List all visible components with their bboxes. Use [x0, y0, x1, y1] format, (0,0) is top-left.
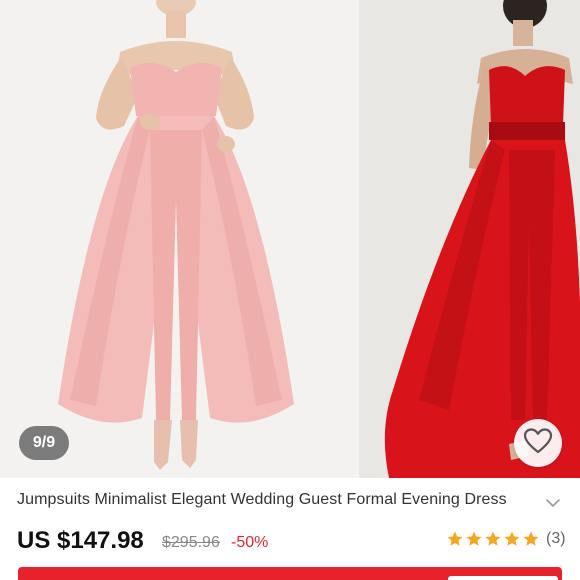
original-price: $295.96	[162, 534, 220, 551]
review-count: (3)	[546, 530, 566, 547]
star-icon	[466, 531, 482, 546]
price-row: US $147.98 $295.96 -50% (3)	[0, 522, 580, 560]
image-counter-badge: 9/9	[19, 426, 69, 460]
star-icon	[485, 531, 501, 546]
chevron-down-icon[interactable]	[545, 495, 561, 513]
current-price: US $147.98	[17, 527, 144, 554]
heart-outline-icon	[523, 427, 553, 460]
discount-badge: -50%	[231, 534, 269, 551]
favorite-button[interactable]	[514, 419, 562, 467]
product-title: Jumpsuits Minimalist Elegant Wedding Gue…	[17, 491, 507, 508]
rating-summary[interactable]: (3)	[446, 530, 566, 548]
star-icon	[447, 531, 463, 546]
buy-now-button-edge[interactable]	[448, 576, 558, 580]
image-counter-text: 9/9	[32, 434, 56, 451]
product-gallery[interactable]: 9/9	[0, 0, 580, 478]
product-photo-pink[interactable]	[0, 0, 356, 478]
product-photo-red[interactable]	[359, 0, 580, 478]
star-icon	[523, 531, 539, 546]
product-title-row[interactable]: Jumpsuits Minimalist Elegant Wedding Gue…	[0, 478, 580, 522]
rating-stars	[446, 530, 541, 548]
star-icon	[504, 531, 520, 546]
